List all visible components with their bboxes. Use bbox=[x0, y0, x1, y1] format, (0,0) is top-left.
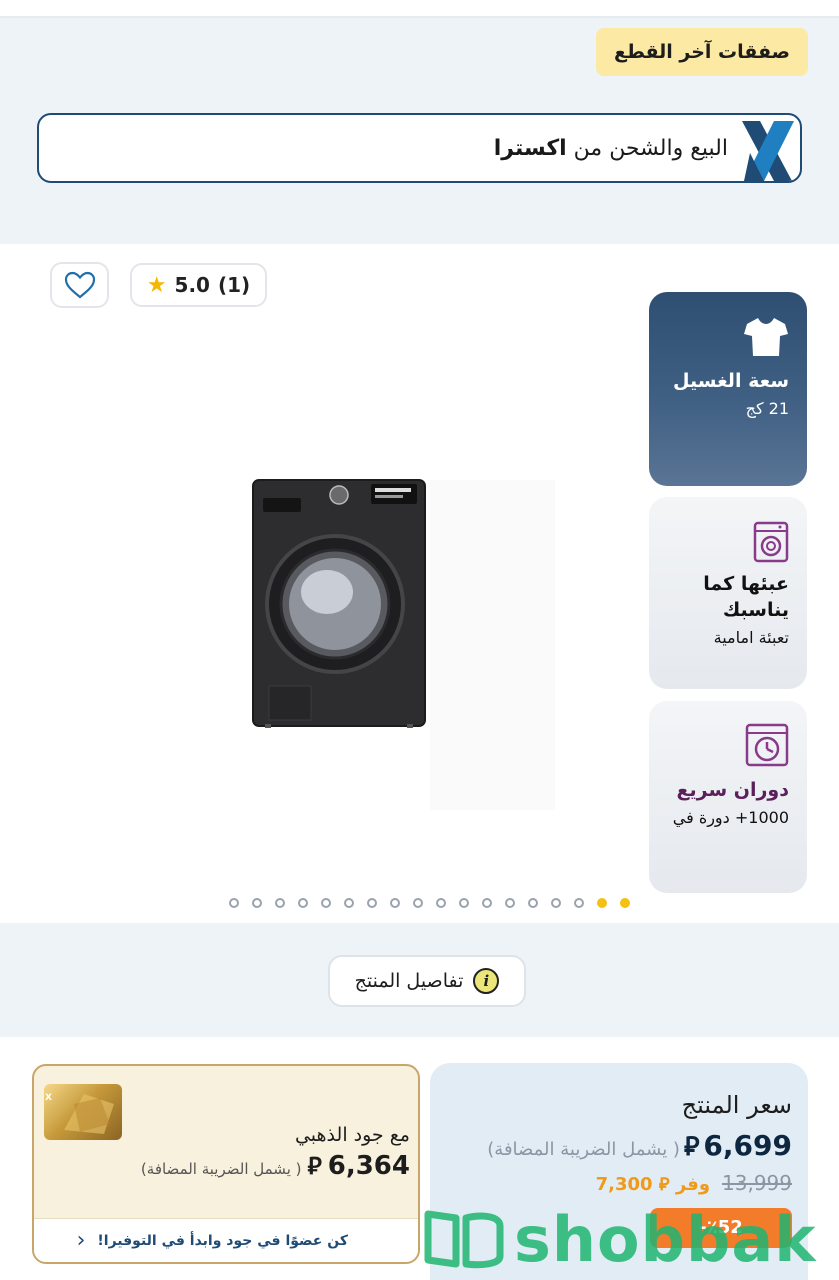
current-price-row: 6,699 ⃁ ( يشمل الضريبة المضافة) bbox=[487, 1129, 792, 1163]
save-prefix: وفر bbox=[675, 1174, 711, 1195]
gallery-dot[interactable] bbox=[551, 898, 561, 908]
riyal-icon: ⃁ bbox=[683, 1132, 700, 1162]
jood-gold-card[interactable]: X مع جود الذهبي 6,364 ⃁ ( يشمل الضريبة ا… bbox=[32, 1064, 420, 1264]
heart-icon bbox=[64, 271, 95, 299]
feature-subtitle: تعبئة امامية bbox=[713, 628, 789, 647]
old-price: 13,999 bbox=[722, 1171, 792, 1195]
product-details-label: تفاصيل المنتج bbox=[354, 970, 464, 992]
gallery-dot[interactable] bbox=[298, 898, 308, 908]
gallery-dot[interactable] bbox=[482, 898, 492, 908]
current-price: 6,699 bbox=[703, 1129, 792, 1162]
price-title: سعر المنتج bbox=[681, 1091, 792, 1119]
jood-gold-card-image: X bbox=[44, 1084, 122, 1140]
xtra-banner-prefix: البيع والشحن من bbox=[566, 136, 728, 161]
gallery-dot[interactable] bbox=[620, 898, 630, 908]
washer-front-load-icon bbox=[753, 521, 789, 563]
xtra-brand-name: اكسترا bbox=[493, 136, 567, 161]
vat-note: ( يشمل الضريبة المضافة) bbox=[487, 1139, 680, 1160]
feature-card-capacity[interactable]: سعة الغسيل 21 كج bbox=[649, 292, 807, 486]
gallery-dot[interactable] bbox=[597, 898, 607, 908]
shobbak-logo-icon bbox=[424, 1210, 504, 1269]
washer-spin-icon bbox=[745, 723, 789, 767]
gallery-dot[interactable] bbox=[321, 898, 331, 908]
gallery-dot[interactable] bbox=[344, 898, 354, 908]
feature-title: عبئها كما يناسبك bbox=[703, 573, 789, 621]
old-price-row: 13,999 وفر ⃁ 7,300 bbox=[596, 1171, 792, 1195]
gold-title: مع جود الذهبي bbox=[294, 1124, 410, 1146]
feature-subtitle: 21 كج bbox=[745, 399, 789, 418]
gallery-dot[interactable] bbox=[505, 898, 515, 908]
gallery-dot[interactable] bbox=[413, 898, 423, 908]
star-icon: ★ bbox=[146, 272, 167, 298]
riyal-icon: ⃁ bbox=[307, 1152, 322, 1180]
gallery-dot[interactable] bbox=[252, 898, 262, 908]
rating-count: (1) bbox=[217, 273, 251, 297]
riyal-icon: ⃁ bbox=[658, 1174, 670, 1195]
feature-card-spin[interactable]: دوران سريع 1000+ دورة في bbox=[649, 701, 807, 893]
gallery-pagination bbox=[229, 898, 630, 908]
shobbak-watermark: shobbak bbox=[420, 1198, 839, 1280]
last-pieces-deals-badge[interactable]: صفقات آخر القطع bbox=[595, 28, 808, 76]
gallery-dot[interactable] bbox=[574, 898, 584, 908]
rating-pill[interactable]: ★ 5.0 (1) bbox=[130, 263, 267, 307]
favorite-button[interactable] bbox=[50, 262, 109, 308]
svg-text:X: X bbox=[45, 1093, 52, 1103]
xtra-banner-text: البيع والشحن من اكسترا bbox=[493, 115, 728, 181]
rating-score: 5.0 bbox=[174, 273, 210, 297]
gallery-dot[interactable] bbox=[229, 898, 239, 908]
save-value: 7,300 bbox=[595, 1174, 653, 1195]
join-jood-label: كن عضوًا في جود وابدأ في التوفيرا! bbox=[97, 1232, 348, 1249]
gold-vat-note: ( يشمل الضريبة المضافة) bbox=[140, 1160, 302, 1178]
xtra-shipping-banner[interactable]: البيع والشحن من اكسترا bbox=[37, 113, 802, 183]
gallery-dot[interactable] bbox=[436, 898, 446, 908]
shobbak-watermark-text: shobbak bbox=[514, 1202, 817, 1276]
gallery-dot[interactable] bbox=[390, 898, 400, 908]
gold-price-row: 6,364 ⃁ ( يشمل الضريبة المضافة) bbox=[141, 1150, 410, 1181]
feature-title: سعة الغسيل bbox=[673, 370, 789, 392]
chevron-left-icon: ‹ bbox=[76, 1228, 86, 1253]
gallery-dot[interactable] bbox=[459, 898, 469, 908]
x-logo-icon bbox=[730, 115, 800, 181]
join-jood-link[interactable]: كن عضوًا في جود وابدأ في التوفيرا! ‹ bbox=[34, 1218, 418, 1262]
info-icon: i bbox=[473, 968, 500, 994]
gallery-dot[interactable] bbox=[275, 898, 285, 908]
feature-card-loading[interactable]: عبئها كما يناسبك تعبئة امامية bbox=[649, 497, 807, 689]
product-image[interactable] bbox=[235, 470, 555, 810]
top-divider bbox=[0, 0, 839, 18]
gold-price: 6,364 bbox=[327, 1151, 410, 1181]
gallery-dot[interactable] bbox=[528, 898, 538, 908]
feature-subtitle: 1000+ دورة في bbox=[672, 808, 789, 827]
tshirt-icon bbox=[744, 318, 788, 356]
gallery-dot[interactable] bbox=[367, 898, 377, 908]
feature-title: دوران سريع bbox=[676, 779, 789, 801]
save-amount: وفر ⃁ 7,300 bbox=[596, 1172, 710, 1195]
product-details-button[interactable]: i تفاصيل المنتج bbox=[328, 955, 526, 1007]
